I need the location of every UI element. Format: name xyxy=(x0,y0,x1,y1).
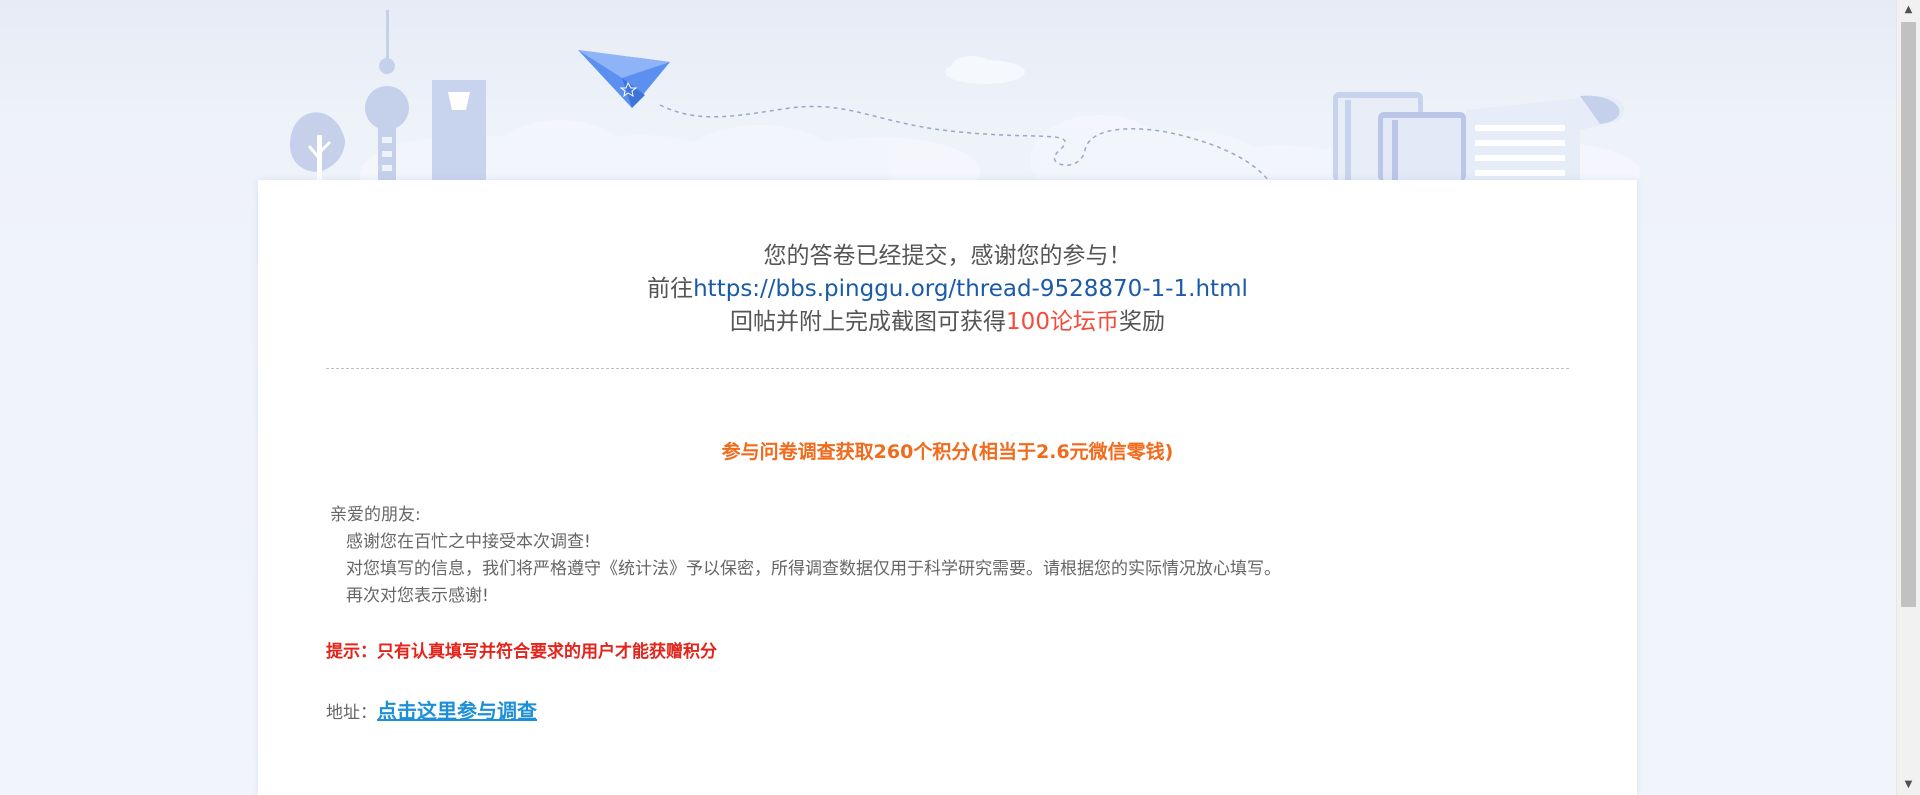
submission-message: 您的答卷已经提交，感谢您的参与！ 前往https://bbs.pinggu.or… xyxy=(258,240,1637,339)
tree-icon xyxy=(290,112,345,180)
reward-prefix: 回帖并附上完成截图可获得 xyxy=(730,309,1007,335)
thread-link[interactable]: https://bbs.pinggu.org/thread-9528870-1-… xyxy=(693,276,1248,302)
reward-line: 回帖并附上完成截图可获得100论坛币奖励 xyxy=(258,306,1637,339)
reward-suffix: 奖励 xyxy=(1118,309,1165,335)
goto-prefix: 前往 xyxy=(647,276,694,302)
address-label: 地址： xyxy=(326,703,377,723)
letter-paragraph: 再次对您表示感谢! xyxy=(346,586,489,606)
address-line: 地址：点击这里参与调查 xyxy=(326,696,537,728)
survey-letter: 亲爱的朋友: 感谢您在百忙之中接受本次调查! 对您填写的信息，我们将严格遵守《统… xyxy=(330,502,1281,610)
main-card: 您的答卷已经提交，感谢您的参与！ 前往https://bbs.pinggu.or… xyxy=(258,180,1637,795)
paper-plane-icon xyxy=(578,50,670,108)
scroll-up-arrow-icon[interactable]: ▲ xyxy=(1897,0,1920,20)
thank-you-text: 您的答卷已经提交，感谢您的参与！ xyxy=(763,243,1132,269)
vertical-scrollbar[interactable]: ▲ ▼ xyxy=(1896,0,1920,795)
header-illustration xyxy=(290,10,1640,182)
building-icon xyxy=(432,80,486,182)
reward-amount: 100论坛币 xyxy=(1006,309,1119,335)
greeting: 亲爱的朋友: xyxy=(330,505,421,525)
survey-complete-page: { "message": { "line1": "您的答卷已经提交，感谢您的参与… xyxy=(0,0,1920,795)
scroll-down-arrow-icon[interactable]: ▼ xyxy=(1897,775,1920,795)
survey-link[interactable]: 点击这里参与调查 xyxy=(377,699,537,723)
dashed-divider xyxy=(326,368,1569,369)
tip-text: 提示：只有认真填写并符合要求的用户才能获赠积分 xyxy=(326,642,717,662)
thread-line: 前往https://bbs.pinggu.org/thread-9528870-… xyxy=(258,273,1637,306)
letter-paragraph: 对您填写的信息，我们将严格遵守《统计法》予以保密，所得调查数据仅用于科学研究需要… xyxy=(346,559,1281,579)
scroll-thumb[interactable] xyxy=(1901,22,1916,607)
books-icon xyxy=(1333,92,1466,182)
survey-title: 参与问卷调查获取260个积分(相当于2.6元微信零钱) xyxy=(721,441,1174,463)
letter-paragraph: 感谢您在百忙之中接受本次调查! xyxy=(346,532,591,552)
